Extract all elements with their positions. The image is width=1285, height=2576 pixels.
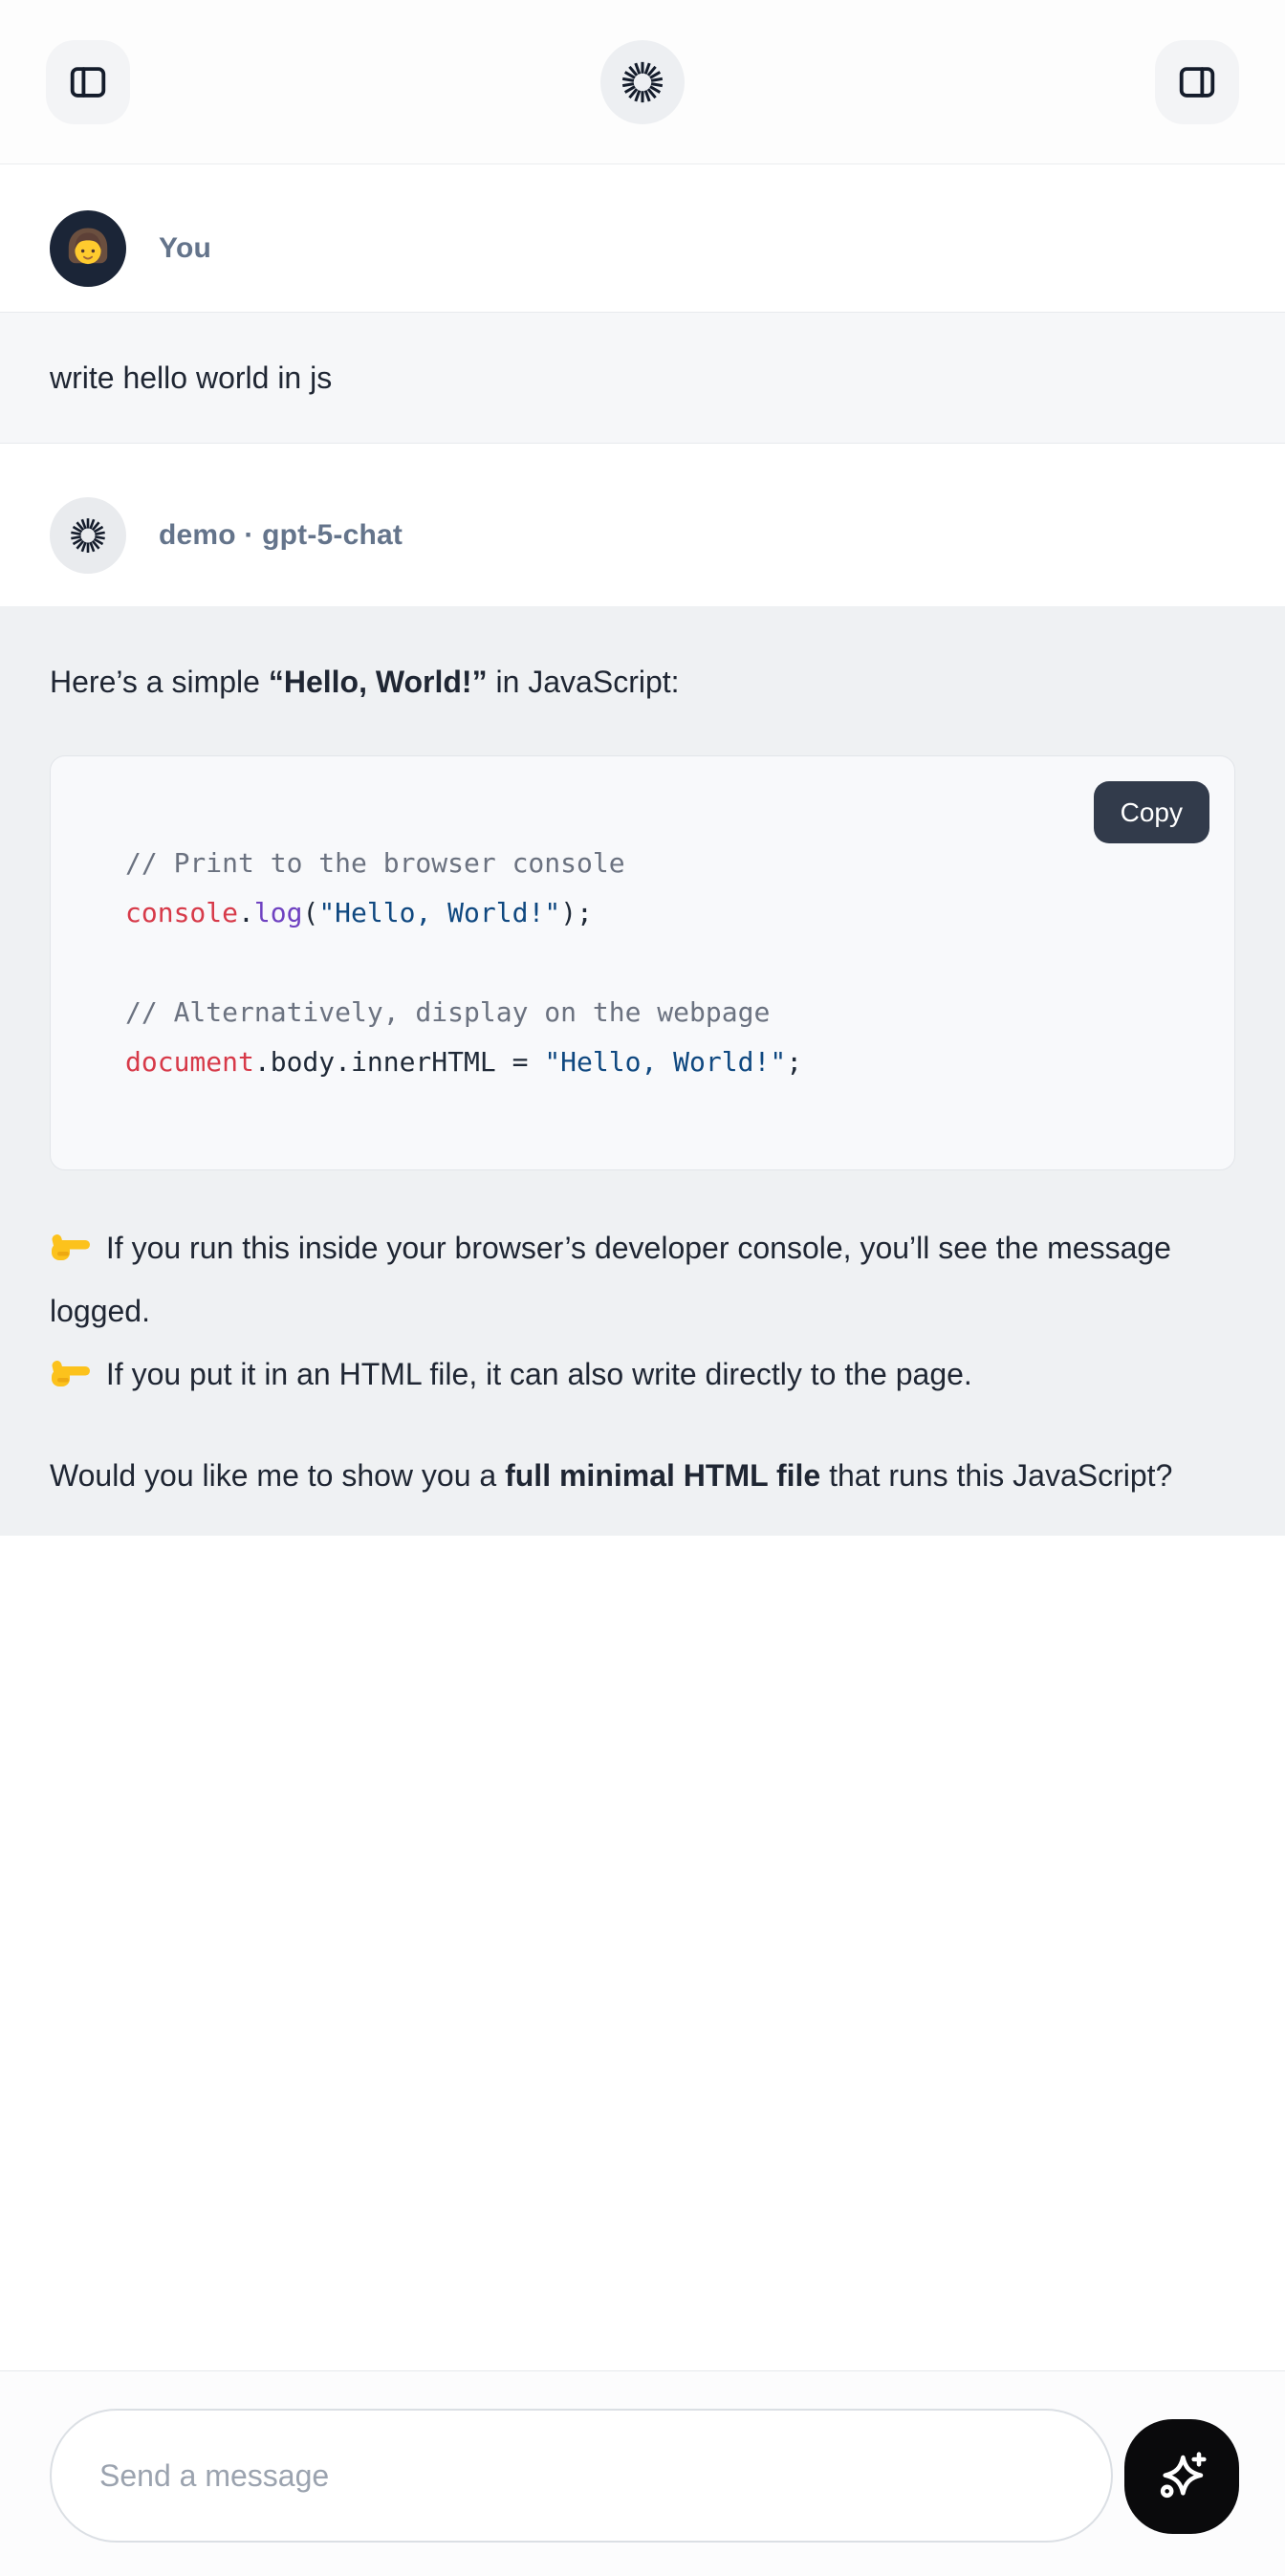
app-header <box>0 0 1285 164</box>
assistant-model: gpt-5-chat <box>262 519 403 551</box>
panel-right-button[interactable] <box>1155 40 1239 124</box>
assistant-avatar <box>50 497 126 574</box>
code-token-string-2: "Hello, World!" <box>544 1046 786 1078</box>
chat-app: You write hello world in js <box>0 0 1285 2576</box>
question-text-post: that runs this JavaScript? <box>820 1458 1172 1493</box>
code-token-equals: = <box>496 1046 545 1078</box>
tip-paragraph-2: If you put it in an HTML file, it can al… <box>50 1343 1235 1406</box>
code-token-method: log <box>254 897 303 928</box>
question-text-pre: Would you like me to show you a <box>50 1458 505 1493</box>
assistant-message-header: demo · gpt-5-chat <box>0 444 1285 606</box>
panel-right-icon <box>1175 60 1219 104</box>
code-token-props: .body.innerHTML <box>254 1046 496 1078</box>
composer <box>0 2370 1285 2576</box>
assistant-name: demo <box>159 519 236 551</box>
starburst-avatar-icon <box>68 515 108 556</box>
code-line-console-log: console.log("Hello, World!"); <box>125 888 1160 938</box>
person-emoji-icon <box>56 217 120 280</box>
assistant-separator: · <box>244 519 253 551</box>
question-text-bold: full minimal HTML file <box>505 1458 820 1493</box>
code-line-blank <box>125 938 1160 988</box>
sparkles-icon <box>1151 2446 1212 2507</box>
code-token-object: console <box>125 897 238 928</box>
user-message-header: You <box>0 164 1285 312</box>
starburst-logo-icon <box>618 57 667 107</box>
message-input[interactable] <box>50 2409 1113 2543</box>
code-token-string: "Hello, World!" <box>318 897 560 928</box>
panel-left-icon <box>66 60 110 104</box>
intro-text-pre: Here’s a simple <box>50 665 269 699</box>
user-sender-label: You <box>159 232 211 265</box>
tip-text-1: If you run this inside your browser’s de… <box>50 1231 1171 1328</box>
intro-text-post: in JavaScript: <box>488 665 680 699</box>
code-token-object-2: document <box>125 1046 254 1078</box>
user-avatar <box>50 210 126 287</box>
code-line-comment-1: // Print to the browser console <box>125 839 1160 888</box>
pointing-right-emoji-icon <box>50 1347 92 1380</box>
code-token-semicolon: ; <box>786 1046 802 1078</box>
panel-left-button[interactable] <box>46 40 130 124</box>
code-block: Copy // Print to the browser console con… <box>50 755 1235 1170</box>
pointing-right-emoji-icon <box>50 1221 92 1254</box>
tips-section: If you run this inside your browser’s de… <box>50 1216 1235 1406</box>
tip-paragraph-1: If you run this inside your browser’s de… <box>50 1216 1235 1343</box>
user-message-bubble: write hello world in js <box>0 312 1285 444</box>
code-token-paren: ( <box>302 897 318 928</box>
copy-button[interactable]: Copy <box>1094 781 1209 843</box>
code-line-comment-2: // Alternatively, display on the webpage <box>125 988 1160 1037</box>
user-message-text: write hello world in js <box>50 360 332 396</box>
assistant-name-label: demo · gpt-5-chat <box>159 519 403 552</box>
send-button[interactable] <box>1124 2419 1239 2534</box>
code-token-dot: . <box>238 897 254 928</box>
question-paragraph: Would you like me to show you a full min… <box>50 1444 1235 1507</box>
tip-text-2: If you put it in an HTML file, it can al… <box>98 1357 972 1391</box>
code-line-innerhtml: document.body.innerHTML = "Hello, World!… <box>125 1037 1160 1087</box>
intro-text-bold: “Hello, World!” <box>269 665 488 699</box>
assistant-message-body: Here’s a simple “Hello, World!” in JavaS… <box>0 606 1285 1536</box>
code-token-close: ); <box>560 897 593 928</box>
intro-paragraph: Here’s a simple “Hello, World!” in JavaS… <box>50 650 1235 713</box>
brand-badge <box>600 40 685 124</box>
